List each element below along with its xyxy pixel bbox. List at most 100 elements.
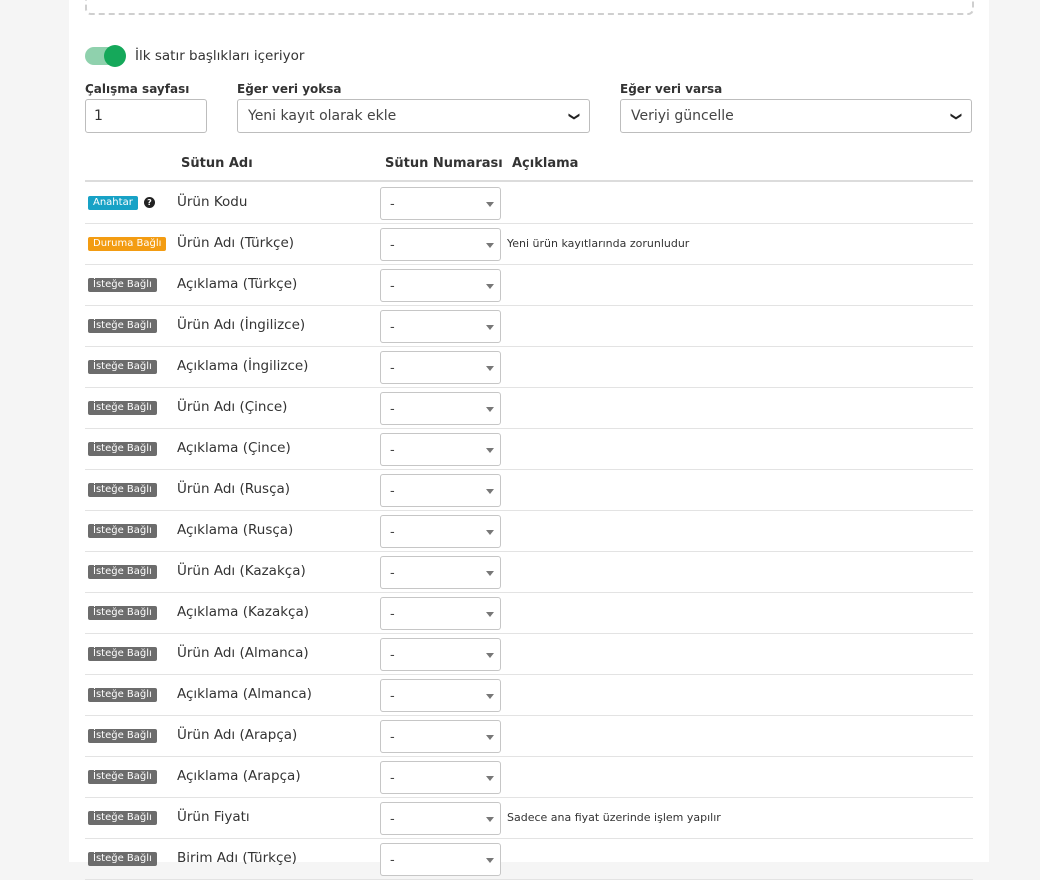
column-number-value: -: [390, 320, 395, 335]
field-name: Ürün Adı (İngilizce): [177, 317, 306, 333]
sheet-input[interactable]: [85, 99, 207, 133]
column-number-value: -: [390, 238, 395, 253]
table-row: İsteğe Bağlı Ürün Adı (Rusça) -: [85, 469, 973, 511]
column-number-value: -: [390, 689, 395, 704]
table-row: İsteğe Bağlı Ürün Adı (Almanca) -: [85, 633, 973, 675]
chevron-down-icon: ❯: [567, 111, 581, 121]
column-number-select[interactable]: -: [380, 474, 501, 507]
column-number-select[interactable]: -: [380, 843, 501, 876]
caret-down-icon: [486, 325, 494, 330]
field-name: Ürün Adı (Kazakça): [177, 563, 306, 579]
column-number-value: -: [390, 771, 395, 786]
field-name: Ürün Adı (Almanca): [177, 645, 309, 661]
caret-down-icon: [486, 530, 494, 535]
column-number-value: -: [390, 812, 395, 827]
requirement-badge: İsteğe Bağlı: [88, 319, 157, 333]
column-number-value: -: [390, 402, 395, 417]
table-row: İsteğe Bağlı Açıklama (Arapça) -: [85, 756, 973, 798]
table-row: Anahtar? Ürün Kodu -: [85, 182, 973, 224]
field-name: Ürün Adı (Türkçe): [177, 235, 295, 251]
column-number-select[interactable]: -: [380, 679, 501, 712]
column-number-select[interactable]: -: [380, 351, 501, 384]
if-no-data-select[interactable]: Yeni kayıt olarak ekle ❯: [237, 99, 590, 133]
column-number-select[interactable]: -: [380, 802, 501, 835]
table-row: İsteğe Bağlı Ürün Adı (Çince) -: [85, 387, 973, 429]
column-number-select[interactable]: -: [380, 720, 501, 753]
column-number-select[interactable]: -: [380, 228, 501, 261]
column-number-select[interactable]: -: [380, 638, 501, 671]
if-data-value: Veriyi güncelle: [631, 108, 734, 124]
field-name: Ürün Adı (Rusça): [177, 481, 291, 497]
column-number-select[interactable]: -: [380, 392, 501, 425]
caret-down-icon: [486, 612, 494, 617]
column-number-value: -: [390, 197, 395, 212]
caret-down-icon: [486, 284, 494, 289]
column-number-value: -: [390, 484, 395, 499]
column-number-header: Sütun Numarası: [385, 156, 503, 171]
caret-down-icon: [486, 571, 494, 576]
field-name: Ürün Kodu: [177, 194, 248, 210]
caret-down-icon: [486, 694, 494, 699]
caret-down-icon: [486, 243, 494, 248]
caret-down-icon: [486, 735, 494, 740]
header-row-toggle-row: İlk satır başlıkları içeriyor: [85, 45, 304, 67]
requirement-badge: İsteğe Bağlı: [88, 606, 157, 620]
table-row: İsteğe Bağlı Ürün Adı (Arapça) -: [85, 715, 973, 757]
table-row: İsteğe Bağlı Açıklama (Türkçe) -: [85, 264, 973, 306]
column-number-value: -: [390, 648, 395, 663]
column-number-value: -: [390, 279, 395, 294]
table-row: İsteğe Bağlı Açıklama (Almanca) -: [85, 674, 973, 716]
caret-down-icon: [486, 407, 494, 412]
requirement-badge: İsteğe Bağlı: [88, 688, 157, 702]
column-number-value: -: [390, 443, 395, 458]
column-number-select[interactable]: -: [380, 556, 501, 589]
requirement-badge: İsteğe Bağlı: [88, 524, 157, 538]
field-name: Açıklama (İngilizce): [177, 358, 309, 374]
requirement-badge: İsteğe Bağlı: [88, 483, 157, 497]
field-description: Sadece ana fiyat üzerinde işlem yapılır: [507, 811, 721, 824]
caret-down-icon: [486, 858, 494, 863]
caret-down-icon: [486, 448, 494, 453]
column-name-header: Sütun Adı: [181, 156, 253, 171]
table-row: Duruma Bağlı Ürün Adı (Türkçe) - Yeni ürün …: [85, 223, 973, 265]
requirement-badge: İsteğe Bağlı: [88, 852, 157, 866]
table-row: İsteğe Bağlı Açıklama (Rusça) -: [85, 510, 973, 552]
column-number-select[interactable]: -: [380, 433, 501, 466]
sheet-label: Çalışma sayfası: [85, 82, 190, 96]
if-data-select[interactable]: Veriyi güncelle ❯: [620, 99, 972, 133]
table-row: İsteğe Bağlı Açıklama (Çince) -: [85, 428, 973, 470]
requirement-badge: İsteğe Bağlı: [88, 811, 157, 825]
column-number-value: -: [390, 607, 395, 622]
caret-down-icon: [486, 776, 494, 781]
column-number-value: -: [390, 361, 395, 376]
field-name: Ürün Fiyatı: [177, 809, 250, 825]
description-header: Açıklama: [512, 156, 579, 171]
requirement-badge: İsteğe Bağlı: [88, 647, 157, 661]
field-name: Ürün Adı (Çince): [177, 399, 288, 415]
requirement-badge: İsteğe Bağlı: [88, 360, 157, 374]
column-number-select[interactable]: -: [380, 761, 501, 794]
field-name: Açıklama (Rusça): [177, 522, 294, 538]
header-row-toggle[interactable]: [85, 45, 126, 67]
column-number-select[interactable]: -: [380, 310, 501, 343]
caret-down-icon: [486, 489, 494, 494]
field-name: Açıklama (Almanca): [177, 686, 312, 702]
column-number-select[interactable]: -: [380, 269, 501, 302]
toggle-knob: [104, 45, 126, 67]
table-row: İsteğe Bağlı Açıklama (İngilizce) -: [85, 346, 973, 388]
column-number-select[interactable]: -: [380, 597, 501, 630]
requirement-badge: İsteğe Bağlı: [88, 770, 157, 784]
requirement-badge: İsteğe Bağlı: [88, 729, 157, 743]
table-row: İsteğe Bağlı Ürün Adı (Kazakça) -: [85, 551, 973, 593]
requirement-badge: İsteğe Bağlı: [88, 278, 157, 292]
file-drop-zone[interactable]: [85, 0, 974, 15]
field-name: Açıklama (Çince): [177, 440, 291, 456]
if-no-data-value: Yeni kayıt olarak ekle: [248, 108, 397, 124]
caret-down-icon: [486, 202, 494, 207]
header-row-toggle-label: İlk satır başlıkları içeriyor: [135, 48, 305, 64]
help-icon[interactable]: ?: [144, 197, 155, 208]
column-number-select[interactable]: -: [380, 515, 501, 548]
table-row: İsteğe Bağlı Ürün Adı (İngilizce) -: [85, 305, 973, 347]
column-number-select[interactable]: -: [380, 187, 501, 220]
if-no-data-label: Eğer veri yoksa: [237, 82, 342, 96]
